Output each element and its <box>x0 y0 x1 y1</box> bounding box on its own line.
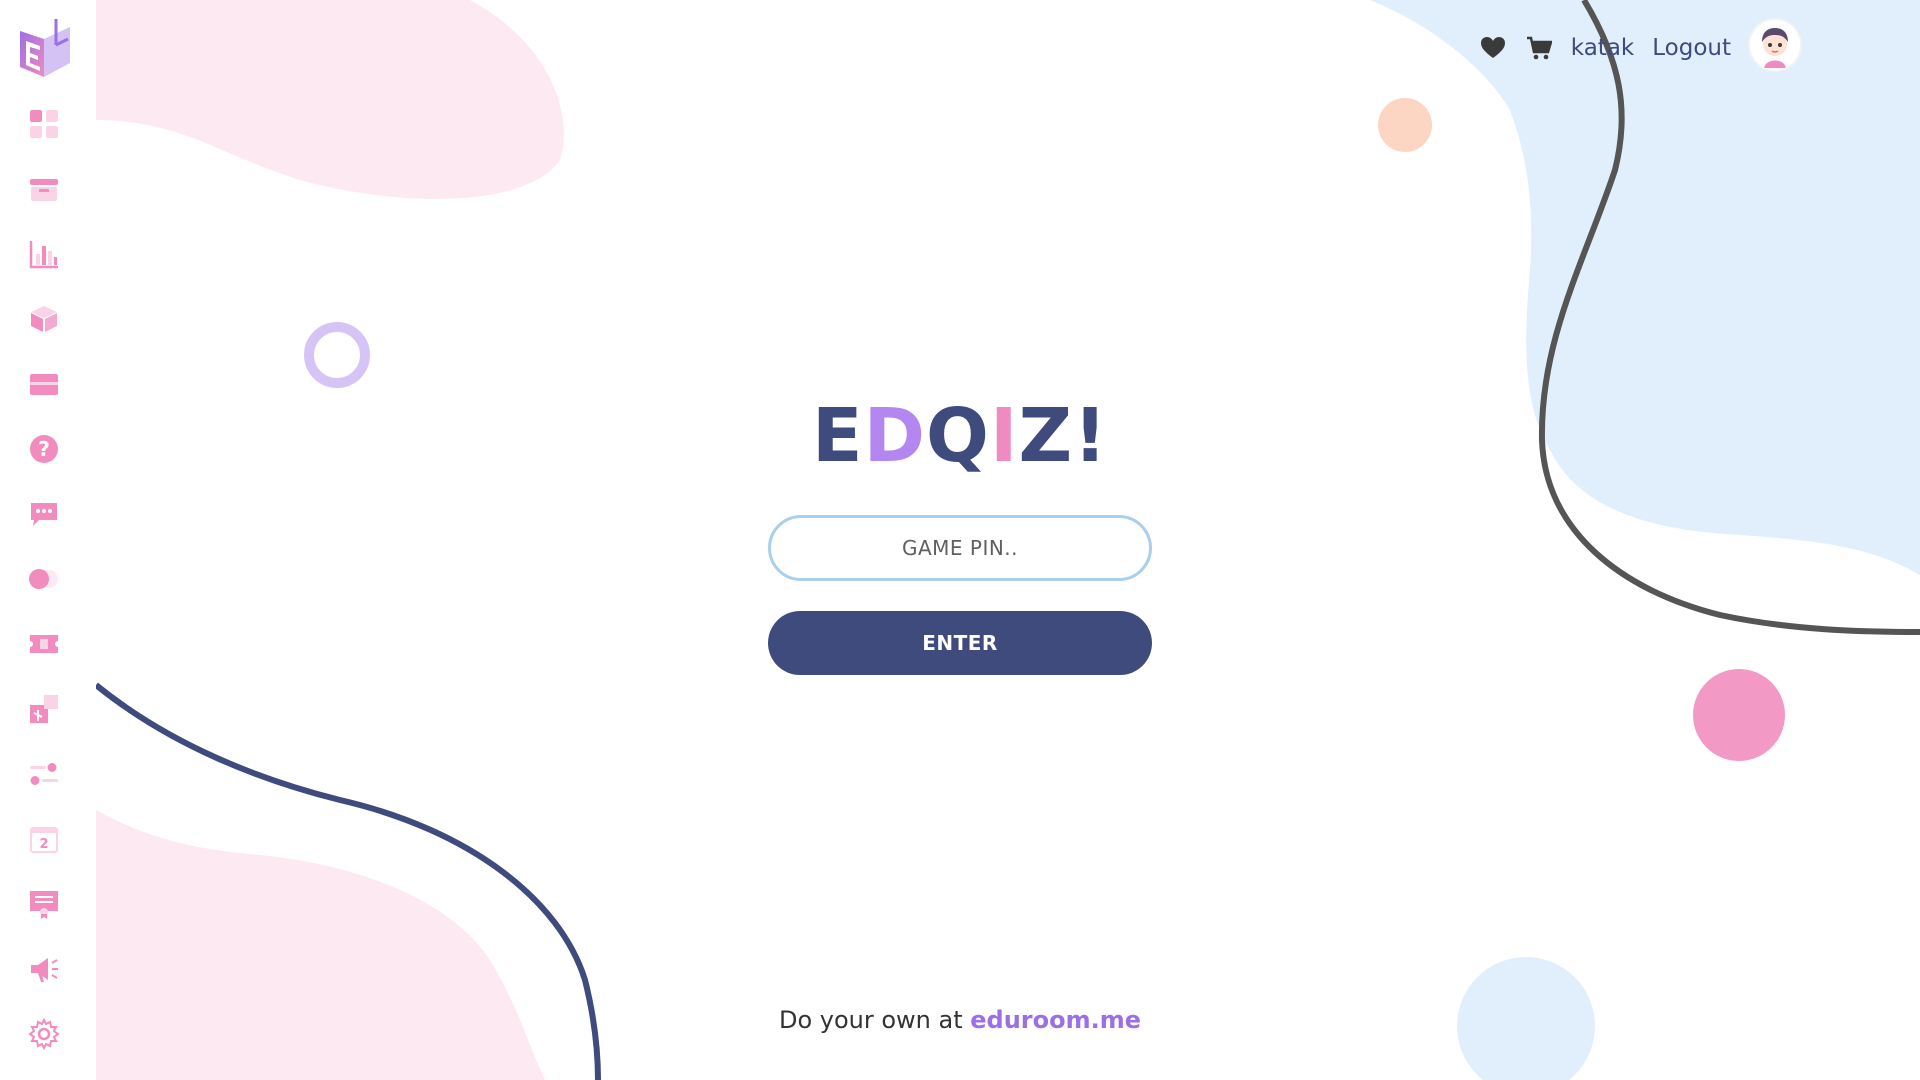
pink-blob-top <box>96 0 564 199</box>
megaphone-icon[interactable] <box>26 951 62 987</box>
card-icon[interactable] <box>26 366 62 402</box>
footer-prefix: Do your own at <box>778 1006 971 1034</box>
chat-icon[interactable] <box>26 496 62 532</box>
enter-button[interactable]: ENTER <box>768 611 1152 675</box>
svg-text:?: ? <box>38 437 50 461</box>
toggle-icon[interactable] <box>26 561 62 597</box>
purple-ring <box>304 322 370 388</box>
ticket-icon[interactable] <box>26 626 62 662</box>
top-bar: katak Logout <box>1479 22 1731 74</box>
brand-letter: I <box>989 393 1019 479</box>
dashboard-icon[interactable] <box>26 106 62 142</box>
cube-icon[interactable] <box>26 301 62 337</box>
page: ? 2 katak Logout E D Q I Z ! GAME PIN.. … <box>0 0 1920 1080</box>
eduroom-link[interactable]: eduroom.me <box>970 1006 1141 1034</box>
peach-circle <box>1378 98 1432 152</box>
inbox-icon[interactable] <box>26 171 62 207</box>
brand-letter: Z <box>1018 393 1074 479</box>
user-avatar[interactable] <box>1750 20 1800 70</box>
brand-letter: ! <box>1073 393 1108 479</box>
brand-title: E D Q I Z! <box>812 395 1108 477</box>
pink-circle <box>1693 669 1785 761</box>
question-icon[interactable]: ? <box>26 431 62 467</box>
cart-icon[interactable] <box>1525 34 1553 62</box>
heart-icon[interactable] <box>1479 34 1507 62</box>
game-pin-input[interactable] <box>768 515 1152 581</box>
sidebar: ? 2 <box>0 0 96 1080</box>
brand-letter: E <box>812 393 864 479</box>
calendar-day: 2 <box>39 837 48 852</box>
eduroom-logo[interactable] <box>18 19 72 77</box>
pink-blob-bottom <box>96 810 545 1080</box>
footer: Do your own at eduroom.me <box>0 1006 1920 1034</box>
brand-letter: Q <box>926 393 990 479</box>
blue-blob <box>1370 0 1920 575</box>
bar-chart-icon[interactable] <box>26 236 62 272</box>
sliders-icon[interactable] <box>26 756 62 792</box>
puzzle-icon[interactable] <box>26 691 62 727</box>
certificate-icon[interactable] <box>26 886 62 922</box>
username-link[interactable]: katak <box>1571 35 1634 61</box>
calendar-icon[interactable]: 2 <box>26 821 62 857</box>
logout-link[interactable]: Logout <box>1652 35 1731 61</box>
brand-letter: D <box>863 393 927 479</box>
join-panel: EDQIZ! ENTER <box>768 395 1152 675</box>
